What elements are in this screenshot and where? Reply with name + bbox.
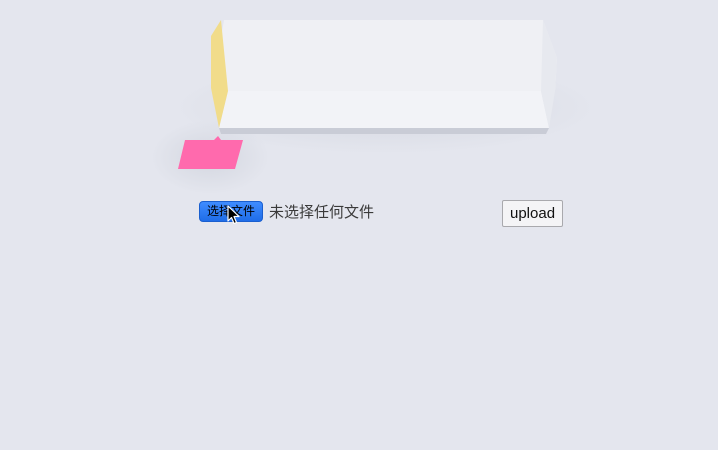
file-input-row: 选择文件 未选择任何文件 xyxy=(199,201,374,222)
box-front xyxy=(219,91,549,128)
arrow-pointer-icon xyxy=(227,205,240,225)
box-lid xyxy=(218,20,557,91)
box-bottom-edge xyxy=(219,128,549,134)
sticky-note xyxy=(178,136,243,169)
box-illustration xyxy=(178,20,557,169)
upload-button[interactable]: upload xyxy=(502,200,564,227)
upload-page: 选择文件 未选择任何文件 upload xyxy=(0,0,718,450)
no-file-chosen-label: 未选择任何文件 xyxy=(269,203,375,221)
